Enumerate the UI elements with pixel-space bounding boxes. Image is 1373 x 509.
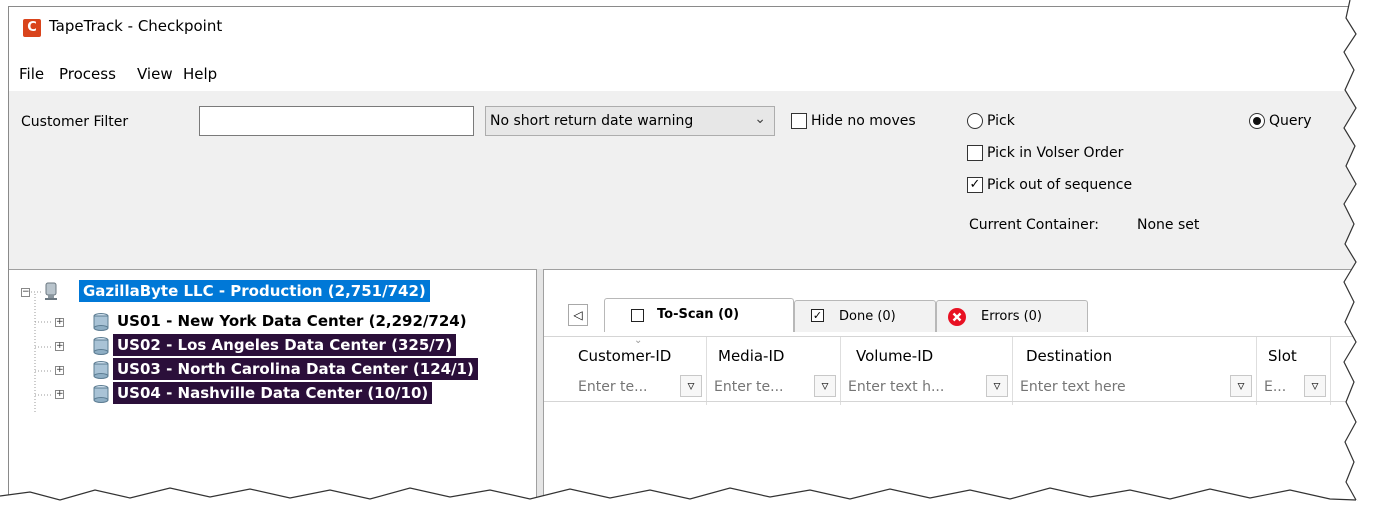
filter-volume-id-input[interactable] <box>844 374 984 400</box>
filter-funnel-icon[interactable]: ▿ <box>986 375 1008 397</box>
expand-icon[interactable]: + <box>55 390 64 399</box>
app-window: C TapeTrack - Checkpoint File Process Vi… <box>8 6 1358 506</box>
column-media-id[interactable]: Media-ID <box>718 347 784 365</box>
filter-funnel-icon[interactable]: ▿ <box>1304 375 1326 397</box>
pick-in-volser-order-checkbox[interactable] <box>967 145 983 161</box>
tab-to-scan-label: To-Scan (0) <box>657 307 740 322</box>
app-logo-icon: C <box>23 19 41 37</box>
tab-done[interactable]: ✓ Done (0) <box>794 300 936 332</box>
grid-filter-row: ▿ ▿ ▿ ▿ ▿ <box>544 370 1357 402</box>
collapse-icon[interactable]: − <box>21 288 30 297</box>
filter-customer-id: ▿ <box>574 374 704 400</box>
current-container-value: None set <box>1137 217 1200 233</box>
tree-root-label: GazillaByte LLC - Production (2,751/742) <box>79 280 430 302</box>
menu-view[interactable]: View <box>137 65 173 83</box>
tab-to-scan[interactable]: To-Scan (0) <box>604 298 794 332</box>
tree-item-label: US04 - Nashville Data Center (10/10) <box>113 382 433 404</box>
scan-panel: ◁ To-Scan (0) ✓ Done (0) Errors (0) ⌄ Cu… <box>543 269 1357 505</box>
filter-destination: ▿ <box>1016 374 1254 400</box>
error-icon <box>948 308 966 326</box>
checkmark-icon: ✓ <box>969 177 981 192</box>
tab-errors[interactable]: Errors (0) <box>936 300 1088 332</box>
grid-header: ⌄ Customer-ID Media-ID Volume-ID Destina… <box>544 335 1357 405</box>
pick-out-of-sequence-checkbox[interactable]: ✓ <box>967 177 983 193</box>
current-container-label: Current Container: <box>969 217 1099 233</box>
tree-item-us02[interactable]: + US02 - Los Angeles Data Center (325/7) <box>9 334 529 358</box>
tree-item-label: US03 - North Carolina Data Center (124/1… <box>113 358 478 380</box>
location-tree: − GazillaByte LLC - Production (2,751/74… <box>9 269 537 505</box>
expand-icon[interactable]: + <box>55 366 64 375</box>
filter-media-id: ▿ <box>710 374 838 400</box>
data-center-icon <box>93 313 109 331</box>
filter-slot: ▿ <box>1260 374 1328 400</box>
warning-select[interactable]: No short return date warning ⌄ <box>485 106 775 136</box>
filter-funnel-icon[interactable]: ▿ <box>814 375 836 397</box>
pick-label: Pick <box>987 113 1015 129</box>
checked-box-icon: ✓ <box>811 309 824 322</box>
tree-item-us03[interactable]: + US03 - North Carolina Data Center (124… <box>9 358 529 382</box>
query-label: Query <box>1269 113 1312 129</box>
query-radio[interactable] <box>1249 113 1265 129</box>
menu-file[interactable]: File <box>19 65 44 83</box>
column-volume-id[interactable]: Volume-ID <box>856 347 933 365</box>
expand-icon[interactable]: + <box>55 318 64 327</box>
data-center-icon <box>93 337 109 355</box>
title-bar: C TapeTrack - Checkpoint <box>9 7 1357 45</box>
filter-funnel-icon[interactable]: ▿ <box>1230 375 1252 397</box>
tree-root[interactable]: − GazillaByte LLC - Production (2,751/74… <box>9 280 529 304</box>
pick-radio[interactable] <box>967 113 983 129</box>
tree-item-us01[interactable]: + US01 - New York Data Center (2,292/724… <box>9 310 529 334</box>
chevron-down-icon: ⌄ <box>754 111 766 127</box>
filter-slot-input[interactable] <box>1260 374 1302 400</box>
column-slot[interactable]: Slot <box>1268 347 1297 365</box>
pick-out-of-sequence-label: Pick out of sequence <box>987 177 1133 193</box>
server-group-icon <box>45 282 57 300</box>
filter-funnel-icon[interactable]: ▿ <box>680 375 702 397</box>
filter-customer-id-input[interactable] <box>574 374 678 400</box>
filter-toolbar: Customer Filter No short return date war… <box>9 91 1357 267</box>
customer-filter-input[interactable] <box>199 106 474 136</box>
tab-errors-label: Errors (0) <box>981 309 1043 324</box>
tab-done-label: Done (0) <box>839 309 896 324</box>
hide-no-moves-label: Hide no moves <box>811 113 916 129</box>
hide-no-moves-checkbox[interactable] <box>791 113 807 129</box>
pick-in-volser-order-label: Pick in Volser Order <box>987 145 1124 161</box>
column-destination[interactable]: Destination <box>1026 347 1112 365</box>
data-center-icon <box>93 385 109 403</box>
window-title: TapeTrack - Checkpoint <box>49 17 223 35</box>
tab-strip: To-Scan (0) ✓ Done (0) Errors (0) <box>544 298 1357 334</box>
tree-item-label: US01 - New York Data Center (2,292/724) <box>117 312 467 330</box>
menu-process[interactable]: Process <box>59 65 116 83</box>
filter-destination-input[interactable] <box>1016 374 1228 400</box>
filter-volume-id: ▿ <box>844 374 1010 400</box>
tree-item-us04[interactable]: + US04 - Nashville Data Center (10/10) <box>9 382 529 406</box>
column-customer-id[interactable]: Customer-ID <box>578 347 671 365</box>
warning-select-value: No short return date warning <box>490 113 694 129</box>
unchecked-box-icon <box>631 309 644 322</box>
customer-filter-label: Customer Filter <box>21 114 129 130</box>
expand-icon[interactable]: + <box>55 342 64 351</box>
data-center-icon <box>93 361 109 379</box>
filter-media-id-input[interactable] <box>710 374 812 400</box>
tree-item-label: US02 - Los Angeles Data Center (325/7) <box>113 334 457 356</box>
sort-caret-icon: ⌄ <box>634 335 643 346</box>
menu-bar: File Process View Help <box>9 45 1357 91</box>
menu-help[interactable]: Help <box>183 65 217 83</box>
